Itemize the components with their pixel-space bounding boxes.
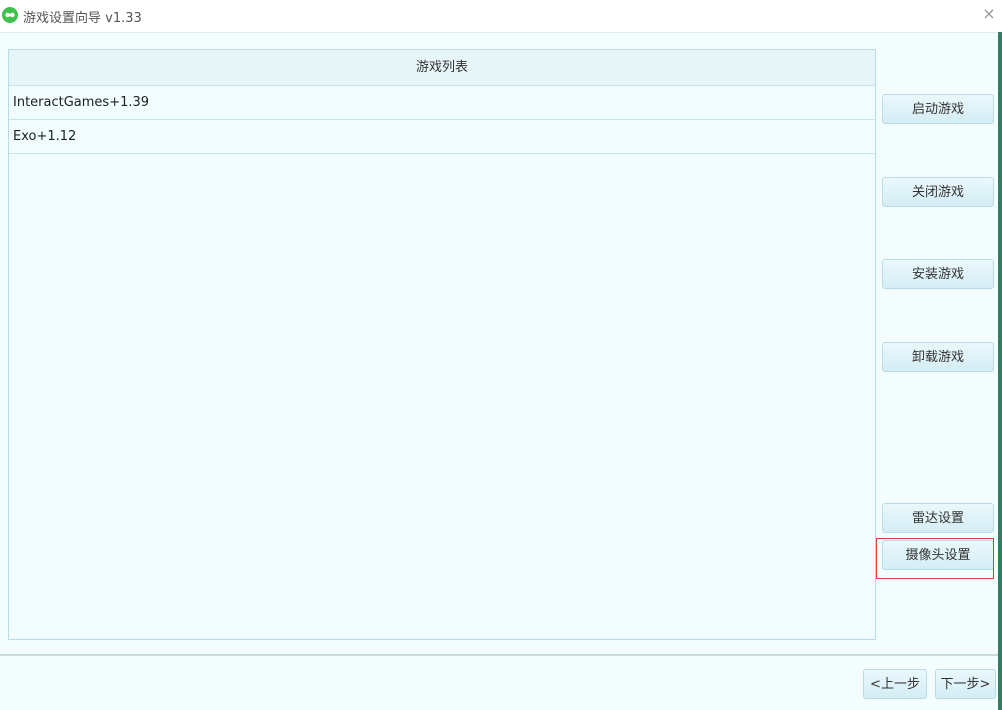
next-step-button[interactable]: 下一步> <box>935 669 996 699</box>
prev-step-button[interactable]: <上一步 <box>863 669 927 699</box>
gamepad-icon <box>2 7 18 23</box>
game-list-item[interactable]: InteractGames+1.39 <box>9 86 875 120</box>
game-list-header: 游戏列表 <box>9 50 875 86</box>
camera-settings-button[interactable]: 摄像头设置 <box>882 540 994 570</box>
install-game-button[interactable]: 安装游戏 <box>882 259 994 289</box>
close-icon[interactable]: × <box>980 4 998 24</box>
start-game-button[interactable]: 启动游戏 <box>882 94 994 124</box>
radar-settings-button[interactable]: 雷达设置 <box>882 503 994 533</box>
uninstall-game-button[interactable]: 卸载游戏 <box>882 342 994 372</box>
game-list: 游戏列表 InteractGames+1.39 Exo+1.12 <box>8 49 876 640</box>
title-bar: 游戏设置向导 v1.33 × <box>0 0 1002 33</box>
window-title: 游戏设置向导 v1.33 <box>23 11 142 26</box>
game-list-item[interactable]: Exo+1.12 <box>9 120 875 154</box>
window-edge <box>998 32 1002 710</box>
close-game-button[interactable]: 关闭游戏 <box>882 177 994 207</box>
footer-divider <box>0 654 998 656</box>
